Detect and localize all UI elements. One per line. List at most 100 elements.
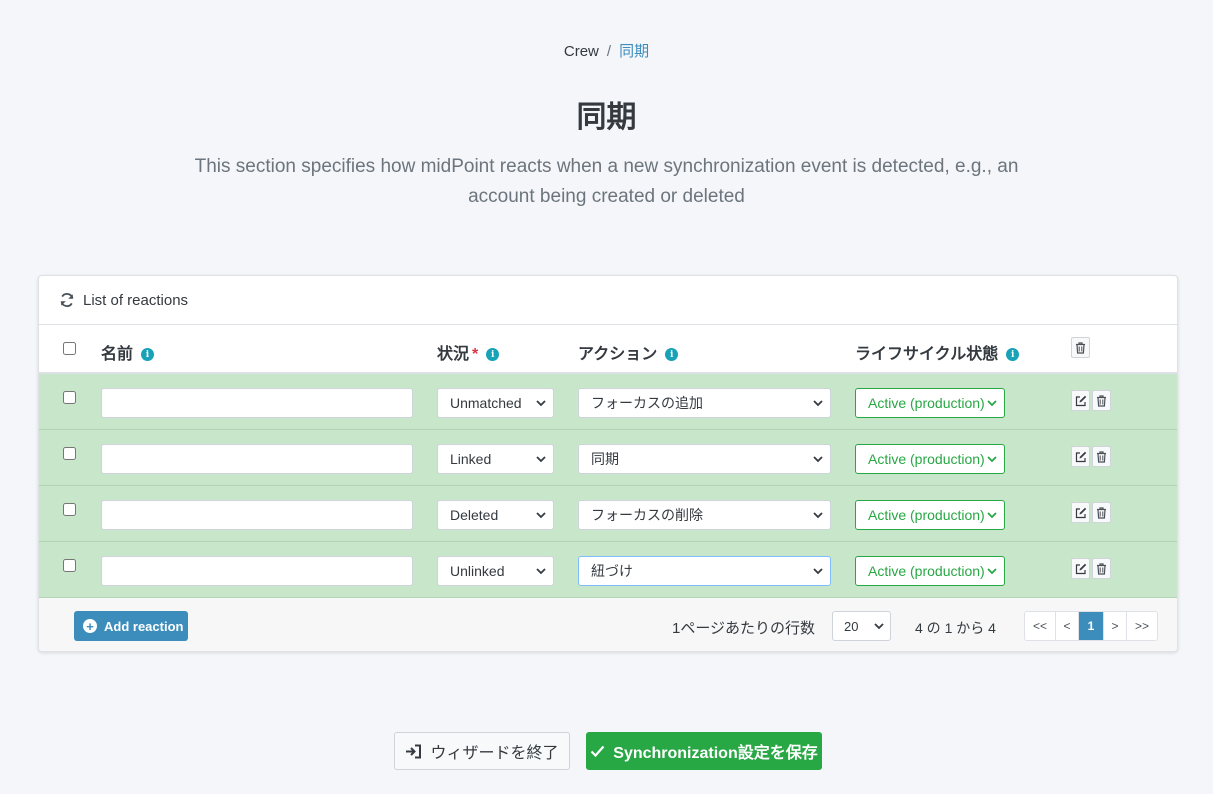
page-prev[interactable]: <: [1056, 612, 1079, 640]
page-next[interactable]: >: [1104, 612, 1127, 640]
situation-select[interactable]: Linked: [437, 444, 554, 474]
table-row: Deleted フォーカスの削除 Active (production): [39, 486, 1177, 542]
page-title: 同期: [576, 101, 637, 134]
card-header-title: List of reactions: [83, 291, 189, 309]
name-input[interactable]: [101, 444, 413, 474]
lifecycle-select[interactable]: Active (production): [855, 556, 1005, 586]
column-situation-label: 状況: [437, 346, 470, 363]
situation-value: Unmatched: [450, 395, 522, 411]
exit-wizard-button[interactable]: ウィザードを終了: [394, 732, 570, 770]
column-situation[interactable]: 状況 * i: [437, 340, 500, 364]
info-icon[interactable]: i: [1006, 348, 1020, 362]
table-row: Unlinked 紐づけ Active (production): [39, 542, 1177, 598]
row-checkbox[interactable]: [63, 391, 76, 404]
lifecycle-value: Active (production): [868, 563, 985, 579]
trash-icon: [1097, 394, 1106, 407]
info-icon[interactable]: i: [665, 348, 679, 362]
plus-circle-icon: +: [83, 619, 97, 633]
lifecycle-value: Active (production): [868, 395, 985, 411]
action-select[interactable]: 紐づけ: [578, 556, 831, 586]
breadcrumb-separator: /: [606, 43, 612, 60]
save-settings-label: Synchronization設定を保存: [613, 745, 818, 762]
chevron-down-icon: [987, 456, 997, 463]
page-last[interactable]: >>: [1127, 612, 1157, 640]
edit-icon: [1075, 563, 1086, 574]
delete-row-button[interactable]: [1092, 446, 1111, 467]
row-checkbox[interactable]: [63, 503, 76, 516]
delete-row-button[interactable]: [1092, 502, 1111, 523]
refresh-icon[interactable]: [59, 292, 75, 308]
edit-icon: [1075, 451, 1086, 462]
trash-icon: [1097, 562, 1106, 575]
table-row: Linked 同期 Active (production): [39, 430, 1177, 486]
situation-value: Unlinked: [450, 563, 505, 579]
lifecycle-select[interactable]: Active (production): [855, 388, 1005, 418]
page-first[interactable]: <<: [1025, 612, 1056, 640]
page-description: This section specifies how midPoint reac…: [194, 156, 1019, 207]
situation-select[interactable]: Deleted: [437, 500, 554, 530]
column-name-label: 名前: [101, 346, 134, 363]
table-footer: + Add reaction 1ページあたりの行数 20 4 の 1 から 4 …: [39, 598, 1177, 651]
action-value: フォーカスの追加: [591, 395, 703, 411]
chevron-down-icon: [813, 512, 823, 519]
action-select[interactable]: 同期: [578, 444, 831, 474]
chevron-down-icon: [987, 400, 997, 407]
edit-button[interactable]: [1071, 390, 1090, 411]
edit-icon: [1075, 507, 1086, 518]
situation-select[interactable]: Unlinked: [437, 556, 554, 586]
select-all-checkbox[interactable]: [63, 342, 76, 355]
row-checkbox[interactable]: [63, 447, 76, 460]
save-settings-button[interactable]: Synchronization設定を保存: [586, 732, 822, 770]
edit-button[interactable]: [1071, 446, 1090, 467]
lifecycle-value: Active (production): [868, 507, 985, 523]
column-lifecycle-label: ライフサイクル状態: [855, 346, 999, 363]
edit-button[interactable]: [1071, 502, 1090, 523]
info-icon[interactable]: i: [486, 348, 500, 362]
chevron-down-icon: [813, 456, 823, 463]
action-select[interactable]: フォーカスの追加: [578, 388, 831, 418]
name-input[interactable]: [101, 500, 413, 530]
delete-row-button[interactable]: [1092, 390, 1111, 411]
delete-row-button[interactable]: [1092, 558, 1111, 579]
card-header: List of reactions: [39, 276, 1177, 325]
breadcrumb-parent[interactable]: Crew: [564, 43, 599, 60]
table-row: Unmatched フォーカスの追加 Active (production): [39, 374, 1177, 430]
lifecycle-select[interactable]: Active (production): [855, 500, 1005, 530]
delete-selected-button[interactable]: [1071, 337, 1090, 358]
chevron-down-icon: [987, 568, 997, 575]
breadcrumb: Crew / 同期: [0, 40, 1213, 61]
row-checkbox[interactable]: [63, 559, 76, 572]
reactions-card: List of reactions 名前 i 状況 * i アクション i ライフサイク…: [38, 275, 1178, 652]
situation-value: Deleted: [450, 507, 499, 523]
add-reaction-label: Add reaction: [104, 618, 184, 634]
column-action[interactable]: アクション i: [578, 340, 679, 364]
chevron-down-icon: [536, 400, 546, 407]
sign-out-icon: [406, 744, 422, 758]
name-input[interactable]: [101, 388, 413, 418]
pagination: << < 1 > >>: [1024, 611, 1158, 641]
action-value: 同期: [591, 451, 619, 467]
add-reaction-button[interactable]: + Add reaction: [74, 611, 188, 641]
page-current[interactable]: 1: [1079, 612, 1104, 640]
chevron-down-icon: [536, 512, 546, 519]
trash-icon: [1076, 341, 1085, 354]
edit-button[interactable]: [1071, 558, 1090, 579]
chevron-down-icon: [874, 623, 884, 630]
action-value: 紐づけ: [591, 563, 633, 579]
rows-per-page-label: 1ページあたりの行数: [672, 620, 816, 637]
lifecycle-select[interactable]: Active (production): [855, 444, 1005, 474]
column-name[interactable]: 名前 i: [101, 340, 155, 364]
column-lifecycle[interactable]: ライフサイクル状態 i: [855, 340, 1020, 364]
situation-select[interactable]: Unmatched: [437, 388, 554, 418]
name-input[interactable]: [101, 556, 413, 586]
lifecycle-value: Active (production): [868, 451, 985, 467]
rows-per-page-select[interactable]: 20: [832, 611, 891, 641]
info-icon[interactable]: i: [141, 348, 155, 362]
breadcrumb-current[interactable]: 同期: [619, 43, 649, 60]
chevron-down-icon: [536, 456, 546, 463]
check-icon: [590, 745, 605, 757]
trash-icon: [1097, 450, 1106, 463]
result-count: 4 の 1 から 4: [915, 620, 996, 636]
action-select[interactable]: フォーカスの削除: [578, 500, 831, 530]
row-actions: [1071, 390, 1111, 411]
